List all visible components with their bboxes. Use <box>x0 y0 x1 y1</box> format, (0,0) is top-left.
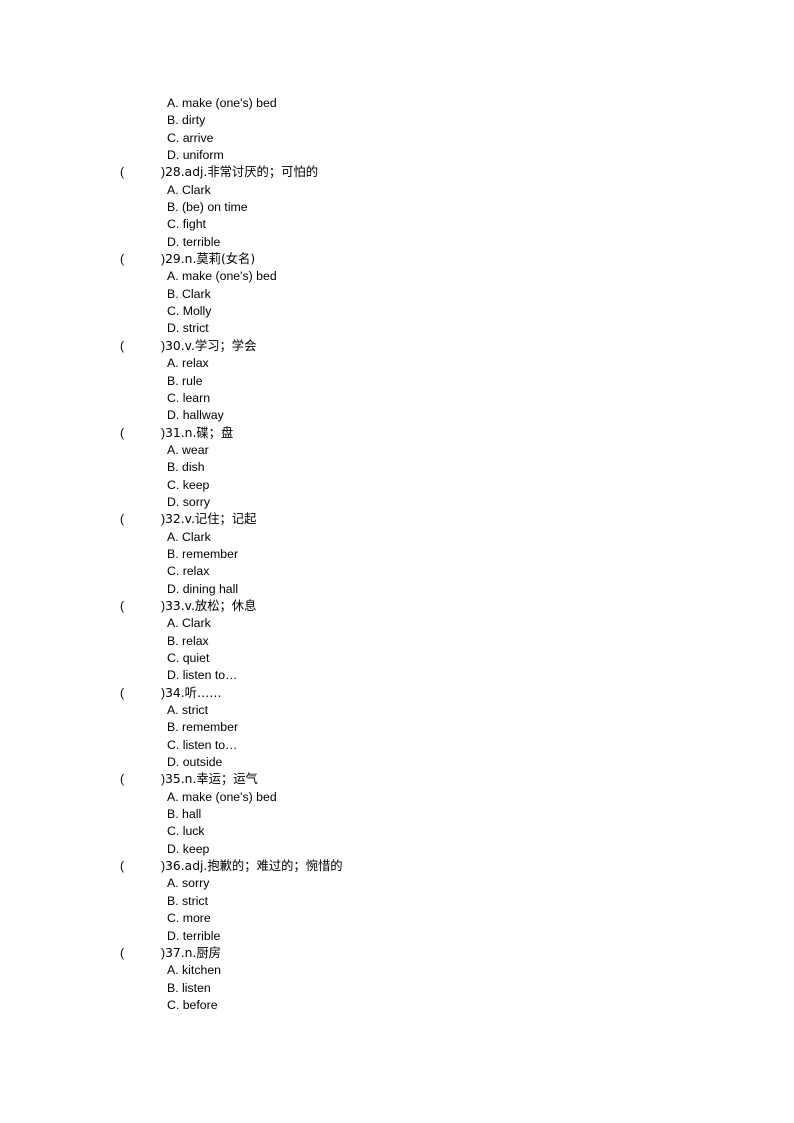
option-line[interactable]: D. hallway <box>0 407 794 424</box>
option-line[interactable]: A. make (one's) bed <box>0 789 794 806</box>
question-block: ()29.n.莫莉(女名) A. make (one's) bed B. Clark… <box>0 251 794 338</box>
question-line: ()30.v.学习；学会 <box>0 338 794 355</box>
document-page: A. make (one's) bed B. dirty C. arrive D. u… <box>0 0 794 1123</box>
answer-blank[interactable]: ( <box>120 685 161 702</box>
answer-blank[interactable]: ( <box>120 511 161 528</box>
question-block: ()36.adj.抱歉的；难过的；惋惜的 A. sorry B. strict C. … <box>0 858 794 945</box>
option-line[interactable]: C. more <box>0 910 794 927</box>
question-block: ()35.n.幸运；运气 A. make (one's) bed B. hall C.… <box>0 771 794 858</box>
option-line[interactable]: C. fight <box>0 216 794 233</box>
leading-options-group: A. make (one's) bed B. dirty C. arrive D. u… <box>0 95 794 164</box>
answer-blank[interactable]: ( <box>120 858 161 875</box>
questions-container: ()28.adj.非常讨厌的；可怕的 A. Clark B. (be) on tim… <box>0 164 794 1014</box>
option-line[interactable]: A. make (one's) bed <box>0 268 794 285</box>
option-line[interactable]: C. learn <box>0 390 794 407</box>
option-line[interactable]: D. strict <box>0 320 794 337</box>
option-line[interactable]: D. terrible <box>0 928 794 945</box>
question-block: ()34.听…… A. strict B. remember C. listen to… <box>0 685 794 772</box>
question-line: ()31.n.碟；盘 <box>0 425 794 442</box>
question-line: ()28.adj.非常讨厌的；可怕的 <box>0 164 794 181</box>
option-line[interactable]: A. sorry <box>0 875 794 892</box>
question-line: ()33.v.放松；休息 <box>0 598 794 615</box>
option-line[interactable]: B. (be) on time <box>0 199 794 216</box>
option-line[interactable]: D. sorry <box>0 494 794 511</box>
question-stem: 37.n.厨房 <box>165 945 221 960</box>
question-line: ()34.听…… <box>0 685 794 702</box>
question-block: ()30.v.学习；学会 A. relax B. rule C. learn D. ha… <box>0 338 794 425</box>
option-line[interactable]: C. keep <box>0 477 794 494</box>
question-stem: 33.v.放松；休息 <box>165 598 257 613</box>
answer-blank[interactable]: ( <box>120 425 161 442</box>
option-line[interactable]: B. dish <box>0 459 794 476</box>
question-line: ()32.v.记住；记起 <box>0 511 794 528</box>
answer-blank[interactable]: ( <box>120 164 161 181</box>
option-line[interactable]: A. strict <box>0 702 794 719</box>
answer-blank[interactable]: ( <box>120 251 161 268</box>
option-line[interactable]: D. listen to… <box>0 667 794 684</box>
option-line[interactable]: C. relax <box>0 563 794 580</box>
option-line[interactable]: D. keep <box>0 841 794 858</box>
option-line[interactable]: A. Clark <box>0 615 794 632</box>
option-line: C. arrive <box>167 130 214 145</box>
question-stem: 30.v.学习；学会 <box>165 338 257 353</box>
question-stem: 32.v.记住；记起 <box>165 512 257 527</box>
answer-blank[interactable]: ( <box>120 598 161 615</box>
question-block: ()28.adj.非常讨厌的；可怕的 A. Clark B. (be) on tim… <box>0 164 794 251</box>
option-line[interactable]: A. kitchen <box>0 962 794 979</box>
option-line[interactable]: C. before <box>0 997 794 1014</box>
question-block: ()32.v.记住；记起 A. Clark B. remember C. relax D… <box>0 511 794 598</box>
answer-blank[interactable]: ( <box>120 945 161 962</box>
option-line[interactable]: A. Clark <box>0 182 794 199</box>
option-line: D. uniform <box>167 148 224 163</box>
question-stem: 34.听…… <box>165 685 222 700</box>
option-line[interactable]: C. listen to… <box>0 737 794 754</box>
option-line[interactable]: A. Clark <box>0 529 794 546</box>
question-stem: 35.n.幸运；运气 <box>165 772 258 787</box>
question-stem: 29.n.莫莉(女名) <box>165 252 256 267</box>
option-line[interactable]: B. rule <box>0 373 794 390</box>
option-line: A. make (one's) bed <box>167 96 277 110</box>
question-line: ()29.n.莫莉(女名) <box>0 251 794 268</box>
option-line[interactable]: C. Molly <box>0 303 794 320</box>
answer-blank[interactable]: ( <box>120 771 161 788</box>
document-body: A. make (one's) bed B. dirty C. arrive D. u… <box>0 95 794 1014</box>
question-line: ()35.n.幸运；运气 <box>0 771 794 788</box>
option-line[interactable]: A. wear <box>0 442 794 459</box>
option-line[interactable]: B. remember <box>0 719 794 736</box>
option-line[interactable]: B. relax <box>0 633 794 650</box>
answer-blank[interactable]: ( <box>120 338 161 355</box>
option-line[interactable]: B. Clark <box>0 286 794 303</box>
question-line: ()37.n.厨房 <box>0 945 794 962</box>
option-line[interactable]: D. outside <box>0 754 794 771</box>
option-line[interactable]: B. remember <box>0 546 794 563</box>
question-line: ()36.adj.抱歉的；难过的；惋惜的 <box>0 858 794 875</box>
question-stem: 28.adj.非常讨厌的；可怕的 <box>165 165 319 180</box>
question-block: ()31.n.碟；盘 A. wear B. dish C. keep D. sorry <box>0 425 794 512</box>
question-stem: 36.adj.抱歉的；难过的；惋惜的 <box>165 859 343 874</box>
option-line[interactable]: A. relax <box>0 355 794 372</box>
option-line[interactable]: B. hall <box>0 806 794 823</box>
question-stem: 31.n.碟；盘 <box>165 425 234 440</box>
option-line[interactable]: B. strict <box>0 893 794 910</box>
question-block: ()33.v.放松；休息 A. Clark B. relax C. quiet D. l… <box>0 598 794 685</box>
option-line: B. dirty <box>167 113 206 128</box>
option-line[interactable]: B. listen <box>0 980 794 997</box>
option-line[interactable]: D. dining hall <box>0 581 794 598</box>
question-block: ()37.n.厨房 A. kitchen B. listen C. before <box>0 945 794 1014</box>
option-line[interactable]: C. luck <box>0 823 794 840</box>
option-line[interactable]: D. terrible <box>0 234 794 251</box>
option-line[interactable]: C. quiet <box>0 650 794 667</box>
